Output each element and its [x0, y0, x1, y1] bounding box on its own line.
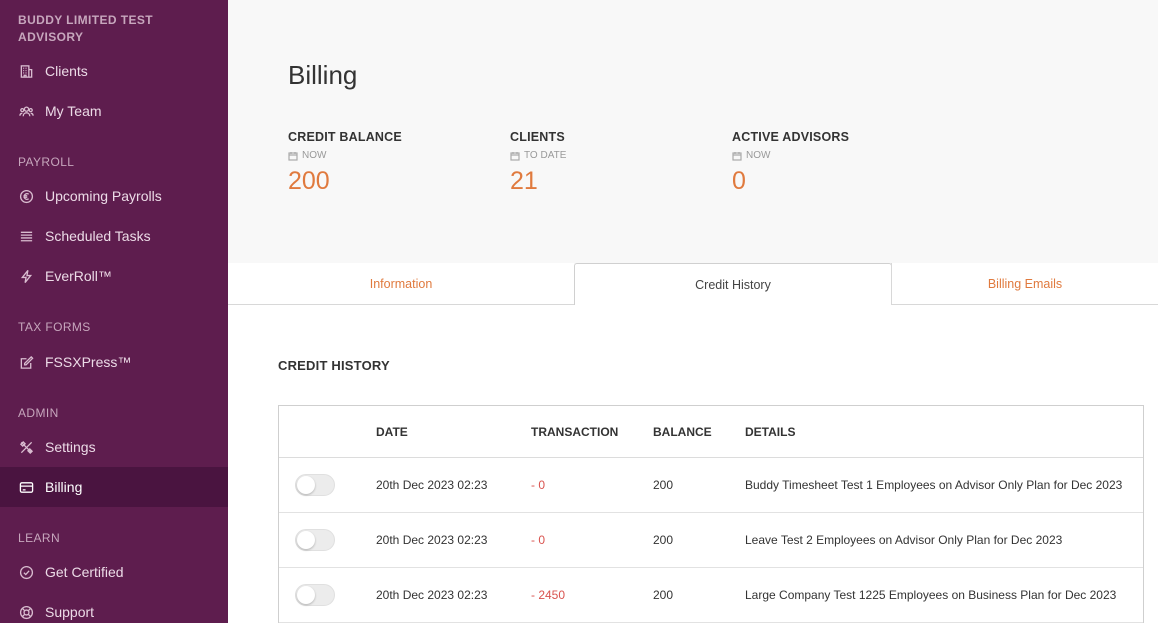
stat-sub-label: NOW [302, 150, 327, 161]
euro-icon [18, 188, 34, 204]
section-tax-forms: TAX FORMS [18, 320, 91, 334]
main-content: Billing CREDIT BALANCE NOW 200 CLIENTS T… [228, 0, 1158, 623]
sidebar-item-label: Clients [45, 63, 88, 79]
cell-transaction: - 0 [531, 533, 546, 547]
stat-clients: CLIENTS TO DATE 21 [510, 130, 566, 196]
sidebar-item-billing[interactable]: Billing [0, 467, 228, 507]
sidebar-item-everroll[interactable]: EverRoll™ [0, 256, 228, 296]
cell-balance: 200 [653, 588, 674, 602]
cell-details: Leave Test 2 Employees on Advisor Only P… [745, 533, 1063, 547]
page-title: Billing [288, 60, 358, 90]
stat-sub: NOW [732, 150, 849, 161]
tab-information[interactable]: Information [228, 263, 574, 305]
sidebar-item-label: My Team [45, 103, 102, 119]
calendar-icon [288, 151, 298, 161]
sidebar-item-my-team[interactable]: My Team [0, 91, 228, 131]
credit-card-icon [18, 479, 34, 495]
column-details[interactable]: DETAILS [745, 425, 795, 439]
sidebar-item-upcoming-payrolls[interactable]: Upcoming Payrolls [0, 176, 228, 216]
calendar-icon [510, 151, 520, 161]
stat-label: CREDIT BALANCE [288, 130, 402, 144]
sidebar: BUDDY LIMITED TEST ADVISORY Clients My T… [0, 0, 228, 623]
cell-date: 20th Dec 2023 02:23 [376, 478, 488, 492]
stat-sub: TO DATE [510, 150, 566, 161]
sidebar-item-label: Support [45, 604, 95, 620]
cell-date: 20th Dec 2023 02:23 [376, 588, 488, 602]
section-payroll: PAYROLL [18, 155, 75, 169]
table-row: 20th Dec 2023 02:23 - 0 200 Buddy Timesh… [279, 458, 1143, 513]
sidebar-item-fssxpress[interactable]: FSSXPress™ [0, 342, 228, 382]
billing-tabs: Information Credit History Billing Email… [228, 263, 1158, 305]
sidebar-item-label: Settings [45, 439, 96, 455]
stat-sub: NOW [288, 150, 402, 161]
cell-date: 20th Dec 2023 02:23 [376, 533, 488, 547]
credit-history-table: DATE TRANSACTION BALANCE DETAILS 20th De… [278, 405, 1144, 623]
section-admin: ADMIN [18, 406, 59, 420]
cell-transaction: - 2450 [531, 588, 566, 602]
sidebar-item-scheduled-tasks[interactable]: Scheduled Tasks [0, 216, 228, 256]
cell-balance: 200 [653, 533, 674, 547]
tab-credit-history[interactable]: Credit History [574, 263, 892, 305]
stat-label: ACTIVE ADVISORS [732, 130, 850, 144]
billing-summary: Billing CREDIT BALANCE NOW 200 CLIENTS T… [228, 0, 1158, 264]
sidebar-item-label: FSSXPress™ [45, 354, 132, 370]
stat-value: 21 [510, 167, 538, 195]
organization-name: BUDDY LIMITED TEST ADVISORY [18, 13, 153, 44]
sidebar-item-settings[interactable]: Settings [0, 427, 228, 467]
column-balance[interactable]: BALANCE [653, 425, 712, 439]
team-icon [18, 103, 34, 119]
lightning-icon [18, 268, 34, 284]
list-icon [18, 228, 34, 244]
stat-value: 0 [732, 167, 746, 195]
table-header: DATE TRANSACTION BALANCE DETAILS [279, 406, 1143, 458]
sidebar-item-label: EverRoll™ [45, 268, 112, 284]
stat-active-advisors: ACTIVE ADVISORS NOW 0 [732, 130, 849, 196]
row-toggle[interactable] [295, 584, 335, 606]
sidebar-item-label: Billing [45, 479, 83, 495]
stat-sub-label: NOW [746, 150, 771, 161]
column-transaction[interactable]: TRANSACTION [531, 425, 618, 439]
check-circle-icon [18, 564, 34, 580]
table-row: 20th Dec 2023 02:23 - 2450 200 Large Com… [279, 568, 1143, 623]
section-learn: LEARN [18, 531, 61, 545]
cell-details: Large Company Test 1225 Employees on Bus… [745, 588, 1117, 602]
cell-details: Buddy Timesheet Test 1 Employees on Advi… [745, 478, 1123, 492]
column-date[interactable]: DATE [376, 425, 408, 439]
lifebuoy-icon [18, 604, 34, 620]
calendar-icon [732, 151, 742, 161]
cell-balance: 200 [653, 478, 674, 492]
sidebar-item-label: Get Certified [45, 564, 124, 580]
building-icon [18, 63, 34, 79]
cell-transaction: - 0 [531, 478, 546, 492]
stat-value: 200 [288, 167, 330, 195]
table-row: 20th Dec 2023 02:23 - 0 200 Leave Test 2… [279, 513, 1143, 568]
sidebar-item-label: Upcoming Payrolls [45, 188, 162, 204]
stat-label: CLIENTS [510, 130, 565, 144]
row-toggle[interactable] [295, 529, 335, 551]
tools-icon [18, 439, 34, 455]
credit-history-title: CREDIT HISTORY [278, 358, 390, 373]
row-toggle[interactable] [295, 474, 335, 496]
sidebar-item-clients[interactable]: Clients [0, 51, 228, 91]
stat-credit-balance: CREDIT BALANCE NOW 200 [288, 130, 402, 196]
edit-icon [18, 354, 34, 370]
tab-billing-emails[interactable]: Billing Emails [891, 263, 1158, 305]
stat-sub-label: TO DATE [524, 150, 567, 161]
sidebar-item-get-certified[interactable]: Get Certified [0, 552, 228, 592]
sidebar-item-label: Scheduled Tasks [45, 228, 151, 244]
sidebar-item-support[interactable]: Support [0, 592, 228, 623]
